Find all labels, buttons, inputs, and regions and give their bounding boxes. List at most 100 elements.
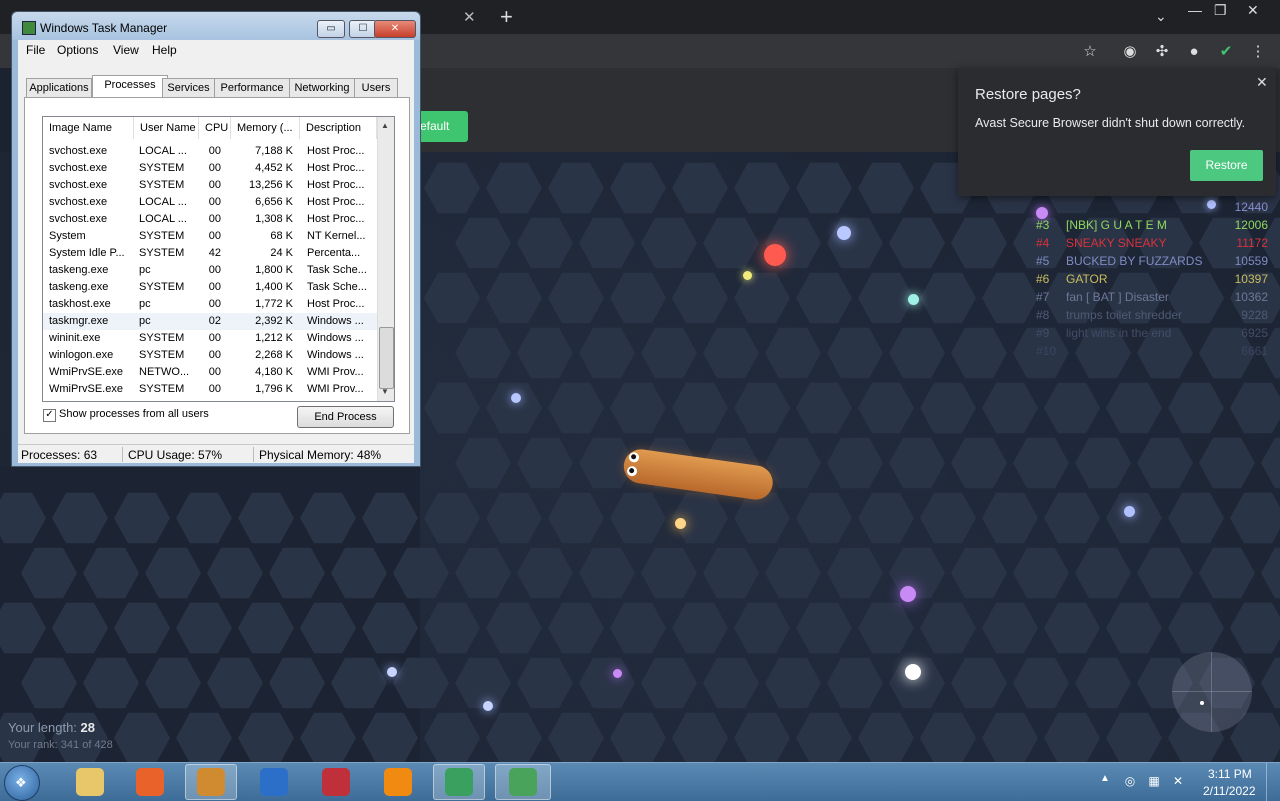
- tray-expand-icon[interactable]: ▲: [1100, 773, 1110, 784]
- snake-eye: [628, 451, 640, 463]
- avast-icon[interactable]: ◉: [1121, 43, 1139, 61]
- cell-cpu: 00: [208, 179, 221, 191]
- column-description[interactable]: Description: [300, 117, 377, 139]
- close-button[interactable]: ✕: [374, 20, 416, 38]
- taskbar-app-firefox[interactable]: [124, 764, 176, 800]
- process-list[interactable]: Image Name User Name CPU Memory (... Des…: [42, 116, 395, 402]
- start-button[interactable]: ❖: [4, 765, 40, 801]
- cell-user-name: LOCAL ...: [139, 213, 187, 225]
- star-icon[interactable]: ☆: [1081, 43, 1099, 61]
- menu-file[interactable]: File: [26, 43, 45, 57]
- cell-description: Host Proc...: [307, 298, 365, 310]
- default-button[interactable]: efault: [420, 111, 468, 142]
- tab-performance[interactable]: Performance: [214, 78, 290, 97]
- cell-user-name: SYSTEM: [139, 179, 185, 191]
- process-row[interactable]: svchost.exe LOCAL ... 00 1,308 K Host Proc..…: [43, 211, 377, 228]
- scrollbar[interactable]: ▲ ▼: [377, 117, 394, 401]
- volume-muted-icon[interactable]: ✕: [1170, 773, 1186, 789]
- avast-tray-icon[interactable]: ◎: [1122, 773, 1138, 789]
- process-row[interactable]: WmiPrvSE.exe NETWO... 00 4,180 K WMI Prov...: [43, 364, 377, 381]
- food-orb: [743, 271, 752, 280]
- cell-cpu: 00: [208, 162, 221, 174]
- leaderboard-rank: #9: [1036, 326, 1050, 340]
- taskbar-app-task-manager[interactable]: [495, 764, 551, 800]
- tab-networking[interactable]: Networking: [289, 78, 355, 97]
- leaderboard-score: 9228: [1241, 308, 1268, 322]
- process-row[interactable]: winlogon.exe SYSTEM 00 2,268 K Windows ...: [43, 347, 377, 364]
- process-row[interactable]: taskeng.exe SYSTEM 00 1,400 K Task Sche...: [43, 279, 377, 296]
- process-row[interactable]: wininit.exe SYSTEM 00 1,212 K Windows ...: [43, 330, 377, 347]
- maximize-button[interactable]: ❐: [1214, 2, 1227, 19]
- taskbar-app-shield-vpn[interactable]: [248, 764, 300, 800]
- vlc-icon: [384, 768, 412, 796]
- network-icon[interactable]: ▦: [1146, 773, 1162, 789]
- column-memory[interactable]: Memory (...: [231, 117, 300, 139]
- taskbar-app-screen-recorder[interactable]: [310, 764, 362, 800]
- cell-user-name: SYSTEM: [139, 281, 185, 293]
- cell-memory: 1,796 K: [255, 383, 293, 395]
- process-row[interactable]: taskeng.exe pc 00 1,800 K Task Sche...: [43, 262, 377, 279]
- tab-applications[interactable]: Applications: [26, 78, 92, 97]
- cell-image-name: winlogon.exe: [49, 349, 114, 361]
- restore-button[interactable]: Restore: [1190, 150, 1263, 181]
- cell-memory: 1,800 K: [255, 264, 293, 276]
- clock-time[interactable]: 3:11 PM: [1208, 767, 1252, 781]
- windows-logo-icon: ❖: [15, 775, 27, 790]
- cell-image-name: svchost.exe: [49, 145, 108, 157]
- cell-image-name: svchost.exe: [49, 196, 108, 208]
- cell-image-name: taskeng.exe: [49, 281, 109, 293]
- menu-view[interactable]: View: [113, 43, 139, 57]
- new-tab-button[interactable]: +: [500, 4, 513, 30]
- show-desktop-button[interactable]: [1266, 763, 1280, 801]
- taskbar-app-vlc[interactable]: [372, 764, 424, 800]
- cell-cpu: 00: [208, 213, 221, 225]
- taskbar-app-explorer[interactable]: [64, 764, 116, 800]
- column-cpu[interactable]: CPU: [199, 117, 231, 139]
- tab-search-icon[interactable]: ⌄: [1155, 8, 1167, 25]
- process-row[interactable]: taskmgr.exe pc 02 2,392 K Windows ...: [43, 313, 377, 330]
- tab-users[interactable]: Users: [354, 78, 398, 97]
- scroll-down-icon[interactable]: ▼: [381, 387, 389, 396]
- tab-close-icon[interactable]: ✕: [463, 8, 476, 26]
- cell-memory: 1,772 K: [255, 298, 293, 310]
- leaderboard-rank: #5: [1036, 254, 1050, 268]
- maximize-button[interactable]: ☐: [349, 20, 377, 38]
- task-manager-titlebar[interactable]: Windows Task Manager ▭ ☐ ✕: [12, 12, 420, 40]
- cell-image-name: svchost.exe: [49, 179, 108, 191]
- process-row[interactable]: svchost.exe LOCAL ... 00 6,656 K Host Proc..…: [43, 194, 377, 211]
- scrollbar-thumb[interactable]: [379, 327, 394, 389]
- column-user-name[interactable]: User Name: [134, 117, 199, 139]
- cell-user-name: LOCAL ...: [139, 145, 187, 157]
- minimize-button[interactable]: —: [1188, 2, 1202, 18]
- tab-processes[interactable]: Processes: [92, 75, 168, 98]
- puzzle-icon[interactable]: ✣: [1153, 43, 1171, 61]
- close-icon[interactable]: ✕: [1256, 74, 1268, 91]
- profile-icon[interactable]: ●: [1185, 43, 1203, 61]
- leaderboard-rank: #6: [1036, 272, 1050, 286]
- food-orb: [387, 667, 397, 677]
- shield-check-icon[interactable]: ✔: [1217, 43, 1235, 61]
- process-row[interactable]: System SYSTEM 00 68 K NT Kernel...: [43, 228, 377, 245]
- taskbar-app-spreadsheet[interactable]: [433, 764, 485, 800]
- end-process-button[interactable]: End Process: [297, 406, 394, 428]
- process-row[interactable]: svchost.exe SYSTEM 00 13,256 K Host Proc...: [43, 177, 377, 194]
- menu-help[interactable]: Help: [152, 43, 177, 57]
- clock-date[interactable]: 2/11/2022: [1203, 784, 1256, 798]
- tab-services[interactable]: Services: [162, 78, 215, 97]
- process-row[interactable]: taskhost.exe pc 00 1,772 K Host Proc...: [43, 296, 377, 313]
- close-window-button[interactable]: ✕: [1247, 2, 1259, 19]
- show-all-checkbox[interactable]: ✓: [43, 409, 56, 422]
- menu-bar: File Options View Help: [18, 40, 414, 60]
- status-cpu: CPU Usage: 57%: [128, 448, 223, 462]
- minimize-button[interactable]: ▭: [317, 20, 345, 38]
- cell-description: Host Proc...: [307, 162, 365, 174]
- scroll-up-icon[interactable]: ▲: [381, 121, 389, 130]
- process-row[interactable]: svchost.exe SYSTEM 00 4,452 K Host Proc...: [43, 160, 377, 177]
- column-image-name[interactable]: Image Name: [43, 117, 134, 139]
- process-row[interactable]: WmiPrvSE.exe SYSTEM 00 1,796 K WMI Prov...: [43, 381, 377, 398]
- taskbar-app-avast-browser[interactable]: [185, 764, 237, 800]
- process-row[interactable]: System Idle P... SYSTEM 42 24 K Percenta...: [43, 245, 377, 262]
- process-row[interactable]: svchost.exe LOCAL ... 00 7,188 K Host Proc..…: [43, 143, 377, 160]
- more-icon[interactable]: ⋮: [1249, 43, 1267, 61]
- menu-options[interactable]: Options: [57, 43, 98, 57]
